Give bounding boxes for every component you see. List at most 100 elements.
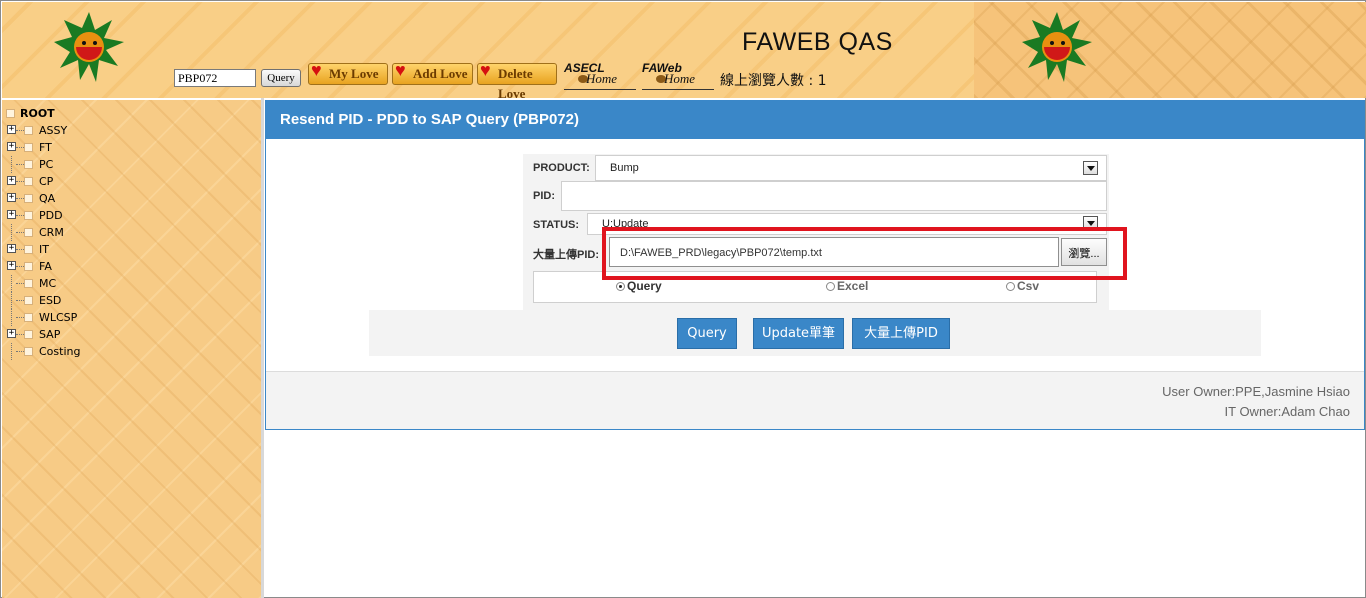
sidebar-item-label: QA: [39, 192, 56, 205]
sun-logo-right: [1012, 4, 1102, 94]
highlight-box: [602, 227, 1127, 280]
radio-query[interactable]: Query: [616, 279, 662, 293]
sidebar-item-pc[interactable]: PC: [2, 156, 261, 173]
tree-root[interactable]: ROOT: [2, 105, 261, 122]
sidebar-item-cp[interactable]: + CP: [2, 173, 261, 190]
query-button[interactable]: Query: [677, 318, 737, 349]
sidebar-item-label: FT: [39, 141, 52, 154]
tree-connector: [16, 300, 24, 301]
folder-icon: [24, 245, 33, 254]
folder-icon: [24, 126, 33, 135]
status-label: STATUS:: [533, 219, 580, 231]
expand-plus-icon[interactable]: +: [7, 193, 16, 202]
sidebar-item-label: Costing: [39, 345, 81, 358]
heart-icon: ♥: [311, 60, 322, 80]
radio-csv-label: Csv: [1017, 279, 1040, 293]
bulk-upload-button[interactable]: 大量上傳PID: [852, 318, 950, 349]
panel-title: Resend PID - PDD to SAP Query (PBP072): [266, 101, 1364, 139]
my-love-label: My Love: [329, 66, 379, 81]
product-value: Bump: [610, 162, 639, 174]
user-owner-text: User Owner:PPE,Jasmine Hsiao: [1162, 384, 1350, 399]
sidebar-item-label: MC: [39, 277, 57, 290]
tree-connector: [16, 334, 24, 335]
pid-input[interactable]: [561, 181, 1107, 211]
tree-connector: [16, 198, 24, 199]
folder-icon: [24, 279, 33, 288]
sidebar-item-label: PC: [39, 158, 54, 171]
folder-icon: [24, 228, 33, 237]
sidebar-item-esd[interactable]: ESD: [2, 292, 261, 309]
sidebar-item-label: CP: [39, 175, 54, 188]
radio-excel-label: Excel: [837, 279, 869, 293]
tree-connector: [16, 249, 24, 250]
sidebar-item-qa[interactable]: + QA: [2, 190, 261, 207]
radio-empty-icon: [826, 282, 835, 291]
folder-icon: [24, 296, 33, 305]
tree-line: [11, 292, 12, 309]
sidebar-item-crm[interactable]: CRM: [2, 224, 261, 241]
delete-love-button[interactable]: ♥ Delete Love: [477, 60, 557, 98]
program-id-input[interactable]: PBP072: [174, 69, 256, 87]
sidebar-item-ft[interactable]: + FT: [2, 139, 261, 156]
header-query-button[interactable]: Query: [261, 69, 301, 87]
expand-plus-icon[interactable]: +: [7, 244, 16, 253]
folder-icon: [24, 347, 33, 356]
sidebar-item-wlcsp[interactable]: WLCSP: [2, 309, 261, 326]
sidebar-item-label: FA: [39, 260, 52, 273]
sun-logo-icon: [1022, 12, 1092, 82]
add-love-button[interactable]: ♥ Add Love: [392, 60, 473, 85]
folder-icon: [24, 194, 33, 203]
sidebar-item-it[interactable]: + IT: [2, 241, 261, 258]
expand-plus-icon[interactable]: +: [7, 142, 16, 151]
sidebar-item-assy[interactable]: + ASSY: [2, 122, 261, 139]
tree-items: + ASSY + FT PC + CP + QA + PDD CRM + IT + FA MC ESD WLCSP +…: [2, 122, 261, 360]
sidebar-item-sap[interactable]: + SAP: [2, 326, 261, 343]
chevron-down-icon[interactable]: [1083, 161, 1098, 175]
radio-excel[interactable]: Excel: [826, 279, 868, 293]
tree-root-label: ROOT: [20, 107, 55, 120]
tree-line: [11, 156, 12, 173]
sidebar-item-label: SAP: [39, 328, 61, 341]
expand-plus-icon[interactable]: +: [7, 210, 16, 219]
sidebar-item-label: IT: [39, 243, 49, 256]
sidebar-divider: [261, 98, 264, 598]
tree-connector: [16, 130, 24, 131]
tree-line: [11, 309, 12, 326]
tree-connector: [16, 283, 24, 284]
bulk-upload-label: 大量上傳PID:: [533, 249, 599, 261]
radio-csv[interactable]: Csv: [1006, 279, 1039, 293]
product-label: PRODUCT:: [533, 162, 590, 174]
radio-query-label: Query: [627, 279, 662, 293]
add-love-label: Add Love: [413, 66, 468, 81]
sidebar-item-label: WLCSP: [39, 311, 78, 324]
folder-icon: [24, 160, 33, 169]
update-single-button[interactable]: Update單筆: [753, 318, 844, 349]
sidebar-item-label: ESD: [39, 294, 62, 307]
folder-icon: [24, 211, 33, 220]
sun-logo-left: [44, 4, 134, 94]
sidebar-item-mc[interactable]: MC: [2, 275, 261, 292]
sidebar-item-costing[interactable]: Costing: [2, 343, 261, 360]
product-select[interactable]: Bump: [595, 155, 1107, 181]
asecl-home-link[interactable]: ASECL Home: [564, 61, 636, 90]
expand-plus-icon[interactable]: +: [7, 261, 16, 270]
folder-icon: [24, 330, 33, 339]
pid-label: PID:: [533, 190, 555, 202]
faweb-home-bottom: Home: [664, 71, 696, 86]
sidebar-item-fa[interactable]: + FA: [2, 258, 261, 275]
tree-line: [11, 343, 12, 360]
my-love-button[interactable]: ♥ My Love: [308, 60, 388, 85]
sidebar-item-pdd[interactable]: + PDD: [2, 207, 261, 224]
tree-line: [11, 275, 12, 292]
tree-connector: [16, 232, 24, 233]
sidebar-item-label: ASSY: [39, 124, 68, 137]
faweb-home-link[interactable]: FAWeb Home: [642, 61, 718, 90]
sidebar-item-label: CRM: [39, 226, 64, 239]
panel-footer: User Owner:PPE,Jasmine Hsiao IT Owner:Ad…: [266, 371, 1364, 429]
online-visitor-count: 線上瀏覽人數 : 1: [720, 73, 827, 89]
heart-icon: ♥: [395, 60, 406, 80]
expand-plus-icon[interactable]: +: [7, 329, 16, 338]
expand-plus-icon[interactable]: +: [7, 125, 16, 134]
expand-plus-icon[interactable]: +: [7, 176, 16, 185]
radio-selected-icon: [616, 282, 625, 291]
